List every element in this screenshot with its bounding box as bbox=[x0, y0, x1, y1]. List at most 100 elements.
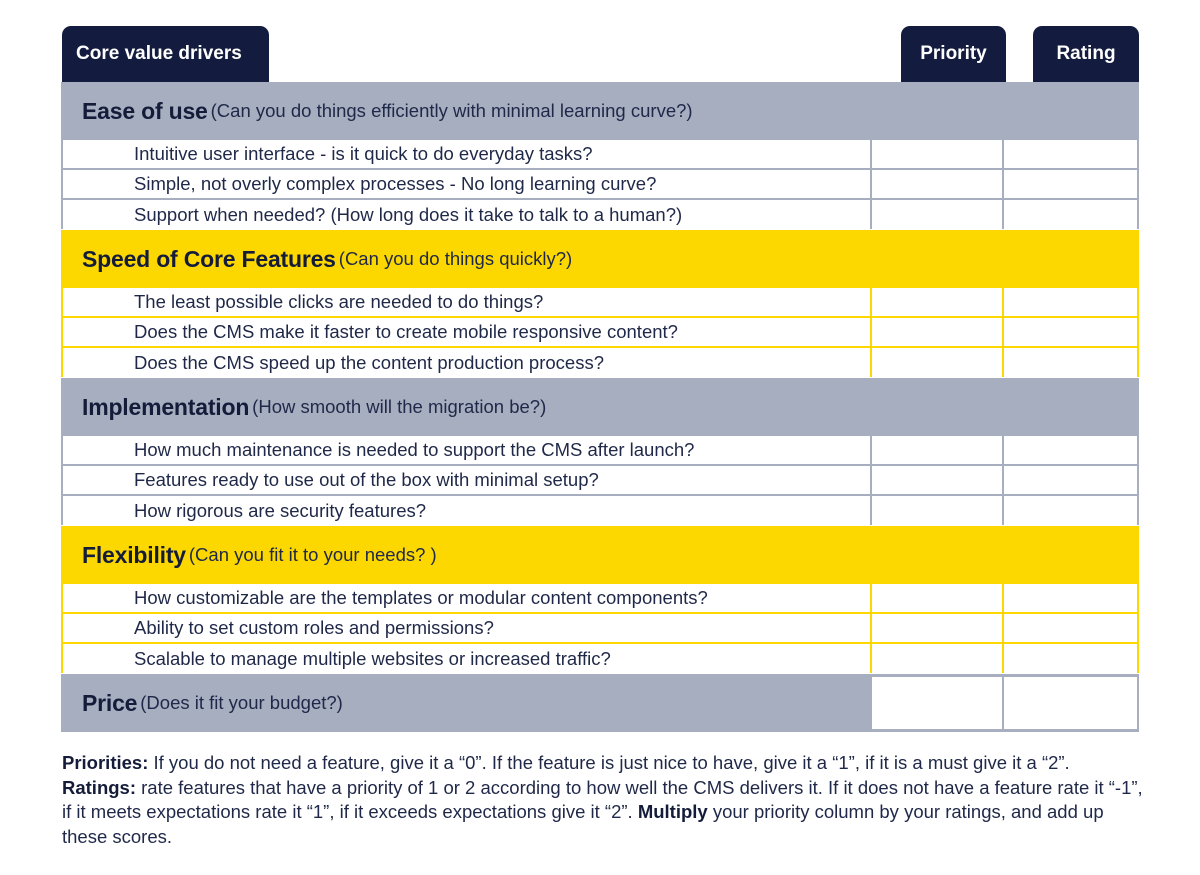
section-title: Ease of use bbox=[82, 97, 208, 124]
table-row: Does the CMS make it faster to create mo… bbox=[63, 318, 1137, 346]
section-header: Speed of Core Features (Can you do thing… bbox=[61, 230, 1139, 288]
criterion-cell: Does the CMS make it faster to create mo… bbox=[63, 318, 870, 346]
priority-input-cell[interactable] bbox=[872, 644, 1002, 673]
rating-input-cell[interactable] bbox=[1004, 496, 1137, 525]
priorities-label: Priorities: bbox=[62, 752, 149, 773]
criterion-text: Support when needed? (How long does it t… bbox=[134, 203, 683, 225]
price-section: Price (Does it fit your budget?) bbox=[61, 674, 1139, 732]
criterion-text: Ability to set custom roles and permissi… bbox=[134, 617, 494, 638]
price-cells bbox=[872, 674, 1139, 732]
section-subtitle: (How smooth will the migration be?) bbox=[252, 396, 547, 417]
rating-input-cell[interactable] bbox=[1004, 318, 1137, 346]
section-subtitle: (Can you fit it to your needs? ) bbox=[188, 544, 437, 565]
section-title: Speed of Core Features bbox=[82, 245, 336, 272]
section-subtitle: (Can you do things quickly?) bbox=[338, 248, 573, 269]
priority-label: Priority bbox=[920, 43, 987, 64]
criterion-text: How much maintenance is needed to suppor… bbox=[134, 439, 695, 460]
table-row: Intuitive user interface - is it quick t… bbox=[63, 140, 1137, 168]
criterion-cell: Features ready to use out of the box wit… bbox=[63, 466, 870, 494]
priority-input-cell[interactable] bbox=[872, 348, 1002, 377]
section-rows: Intuitive user interface - is it quick t… bbox=[61, 140, 1139, 229]
criterion-cell: How much maintenance is needed to suppor… bbox=[63, 436, 870, 464]
table-row: How much maintenance is needed to suppor… bbox=[63, 436, 1137, 464]
rating-input-cell[interactable] bbox=[1004, 584, 1137, 612]
rating-input-cell[interactable] bbox=[1004, 140, 1137, 168]
criterion-text: How customizable are the templates or mo… bbox=[134, 587, 708, 608]
price-section-header: Price (Does it fit your budget?) bbox=[61, 674, 872, 732]
price-subtitle: (Does it fit your budget?) bbox=[140, 692, 343, 713]
criterion-cell: How rigorous are security features? bbox=[63, 496, 870, 525]
priority-input-cell[interactable] bbox=[872, 140, 1002, 168]
section-rows: How much maintenance is needed to suppor… bbox=[61, 436, 1139, 525]
criterion-cell: Scalable to manage multiple websites or … bbox=[63, 644, 870, 673]
multiply-label: Multiply bbox=[637, 801, 708, 822]
section-title: Implementation bbox=[82, 393, 250, 420]
section-implementation: Implementation (How smooth will the migr… bbox=[61, 378, 1139, 525]
criterion-text: Does the CMS speed up the content produc… bbox=[134, 351, 604, 373]
criterion-cell: How customizable are the templates or mo… bbox=[63, 584, 870, 612]
core-value-drivers-label: Core value drivers bbox=[76, 43, 242, 64]
priority-input-cell[interactable] bbox=[872, 466, 1002, 494]
priority-input-cell[interactable] bbox=[872, 288, 1002, 316]
criterion-text: The least possible clicks are needed to … bbox=[134, 291, 544, 312]
section-header: Flexibility (Can you fit it to your need… bbox=[61, 526, 1139, 584]
evaluation-table: Ease of use (Can you do things efficient… bbox=[61, 82, 1139, 732]
rating-input-cell[interactable] bbox=[1004, 466, 1137, 494]
rating-input-cell[interactable] bbox=[1004, 644, 1137, 673]
rating-input-cell[interactable] bbox=[1004, 348, 1137, 377]
priority-input-cell[interactable] bbox=[872, 584, 1002, 612]
ratings-label: Ratings: bbox=[62, 776, 136, 798]
price-rating-input-cell[interactable] bbox=[1004, 677, 1137, 729]
table-row: Ability to set custom roles and permissi… bbox=[63, 614, 1137, 642]
rating-input-cell[interactable] bbox=[1004, 200, 1137, 229]
rating-column-header: Rating bbox=[1033, 26, 1139, 82]
priority-input-cell[interactable] bbox=[872, 318, 1002, 346]
table-row: Does the CMS speed up the content produc… bbox=[63, 348, 1137, 377]
criterion-text: Scalable to manage multiple websites or … bbox=[134, 647, 611, 669]
priority-input-cell[interactable] bbox=[872, 614, 1002, 642]
criterion-cell: The least possible clicks are needed to … bbox=[63, 288, 870, 316]
rating-input-cell[interactable] bbox=[1004, 288, 1137, 316]
table-row: Scalable to manage multiple websites or … bbox=[63, 644, 1137, 673]
criterion-cell: Ability to set custom roles and permissi… bbox=[63, 614, 870, 642]
priorities-text: If you do not need a feature, give it a … bbox=[148, 752, 1070, 773]
criterion-cell: Simple, not overly complex processes - N… bbox=[63, 170, 870, 198]
priority-column-header: Priority bbox=[901, 26, 1006, 82]
core-value-drivers-header: Core value drivers bbox=[62, 26, 269, 82]
criterion-text: How rigorous are security features? bbox=[134, 499, 427, 521]
price-priority-input-cell[interactable] bbox=[872, 677, 1002, 729]
table-row: The least possible clicks are needed to … bbox=[63, 288, 1137, 316]
section-speed-of-core-features: Speed of Core Features (Can you do thing… bbox=[61, 230, 1139, 377]
section-flexibility: Flexibility (Can you fit it to your need… bbox=[61, 526, 1139, 673]
table-row: How rigorous are security features? bbox=[63, 496, 1137, 525]
table-row: Features ready to use out of the box wit… bbox=[63, 466, 1137, 494]
priority-input-cell[interactable] bbox=[872, 170, 1002, 198]
section-rows: How customizable are the templates or mo… bbox=[61, 584, 1139, 673]
section-header: Ease of use (Can you do things efficient… bbox=[61, 82, 1139, 140]
section-ease-of-use: Ease of use (Can you do things efficient… bbox=[61, 82, 1139, 229]
rating-input-cell[interactable] bbox=[1004, 614, 1137, 642]
table-row: How customizable are the templates or mo… bbox=[63, 584, 1137, 612]
table-row: Simple, not overly complex processes - N… bbox=[63, 170, 1137, 198]
section-rows: The least possible clicks are needed to … bbox=[61, 288, 1139, 377]
instructions-paragraph: Priorities: If you do not need a feature… bbox=[62, 751, 1147, 849]
priority-input-cell[interactable] bbox=[872, 200, 1002, 229]
table-row: Support when needed? (How long does it t… bbox=[63, 200, 1137, 229]
priority-input-cell[interactable] bbox=[872, 436, 1002, 464]
criterion-text: Features ready to use out of the box wit… bbox=[134, 469, 599, 490]
priority-input-cell[interactable] bbox=[872, 496, 1002, 525]
sections-container: Ease of use (Can you do things efficient… bbox=[61, 82, 1139, 673]
rating-input-cell[interactable] bbox=[1004, 436, 1137, 464]
section-title: Flexibility bbox=[82, 541, 186, 568]
price-title: Price bbox=[82, 689, 138, 716]
section-header: Implementation (How smooth will the migr… bbox=[61, 378, 1139, 436]
criterion-text: Does the CMS make it faster to create mo… bbox=[134, 321, 678, 342]
criterion-cell: Intuitive user interface - is it quick t… bbox=[63, 140, 870, 168]
rating-input-cell[interactable] bbox=[1004, 170, 1137, 198]
criterion-cell: Support when needed? (How long does it t… bbox=[63, 200, 870, 229]
criterion-cell: Does the CMS speed up the content produc… bbox=[63, 348, 870, 377]
criterion-text: Simple, not overly complex processes - N… bbox=[134, 173, 657, 194]
criterion-text: Intuitive user interface - is it quick t… bbox=[134, 143, 593, 164]
section-subtitle: (Can you do things efficiently with mini… bbox=[210, 100, 693, 121]
rating-label: Rating bbox=[1056, 43, 1116, 64]
